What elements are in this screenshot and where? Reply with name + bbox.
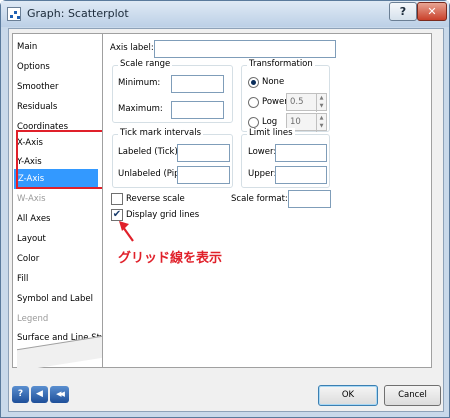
page-list: Main Options Smoother Residuals Coordina… bbox=[12, 33, 113, 368]
title-help-button[interactable]: ? bbox=[389, 2, 417, 21]
reverse-scale-label: Reverse scale bbox=[126, 194, 185, 204]
annotation-text: グリッド線を表示 bbox=[118, 251, 223, 266]
back-button[interactable]: ◀ bbox=[31, 386, 48, 403]
sidebar-item-label: Fill bbox=[17, 274, 29, 284]
sidebar-item-fill[interactable]: Fill bbox=[13, 269, 109, 289]
dialog-window: Graph: Scatterplot ? ✕ Main Options Smoo… bbox=[0, 0, 450, 418]
sidebar-item-label: All Axes bbox=[17, 214, 51, 224]
labeled-tick-label: Labeled (Tick): bbox=[118, 147, 181, 157]
power-value-field: 0.5 ▲ ▼ bbox=[286, 93, 327, 112]
sidebar-item-legend: Legend bbox=[13, 309, 109, 329]
radio-log[interactable] bbox=[248, 117, 259, 128]
sidebar-item-smoother[interactable]: Smoother bbox=[13, 77, 109, 97]
radio-power[interactable] bbox=[248, 97, 259, 108]
question-mark-icon: ? bbox=[399, 5, 407, 18]
sidebar-item-main[interactable]: Main bbox=[13, 37, 109, 57]
power-value: 0.5 bbox=[290, 97, 304, 107]
z-axis-settings-panel: Axis label: Scale range Minimum: Maximum… bbox=[102, 33, 432, 368]
dialog-client-area: Main Options Smoother Residuals Coordina… bbox=[8, 28, 444, 412]
title-close-button[interactable]: ✕ bbox=[417, 2, 447, 21]
radio-none[interactable] bbox=[248, 77, 259, 88]
sidebar-item-symbol-and-label[interactable]: Symbol and Label bbox=[13, 289, 109, 309]
sidebar-item-label: Color bbox=[17, 254, 40, 264]
scale-range-title: Scale range bbox=[118, 59, 173, 69]
help-button[interactable]: ? bbox=[12, 386, 29, 403]
minimum-input[interactable] bbox=[171, 75, 224, 93]
radio-none-label: None bbox=[262, 77, 285, 87]
title-bar[interactable]: Graph: Scatterplot ? ✕ bbox=[1, 1, 449, 27]
sidebar-item-label: Symbol and Label bbox=[17, 294, 93, 304]
maximum-label: Maximum: bbox=[118, 104, 163, 114]
sidebar-item-w-axis: W-Axis bbox=[13, 189, 109, 209]
radio-power-label: Power bbox=[262, 97, 288, 107]
sidebar-item-all-axes[interactable]: All Axes bbox=[13, 209, 109, 229]
ok-button[interactable]: OK bbox=[318, 385, 378, 406]
log-spinner: ▲ ▼ bbox=[316, 114, 326, 132]
scale-range-group: Scale range Minimum: Maximum: bbox=[112, 59, 233, 123]
axis-label-caption: Axis label: bbox=[110, 43, 154, 53]
sidebar-item-options[interactable]: Options bbox=[13, 57, 109, 77]
checkmark-icon: ✔ bbox=[112, 209, 122, 220]
tick-mark-intervals-group: Tick mark intervals Labeled (Tick): Unla… bbox=[112, 128, 233, 188]
axis-items-highlight-box bbox=[16, 130, 104, 189]
back-arrow-icon: ◀ bbox=[36, 389, 43, 399]
radio-log-label: Log bbox=[262, 117, 278, 127]
tick-mark-intervals-title: Tick mark intervals bbox=[118, 128, 204, 138]
sidebar-item-label: W-Axis bbox=[17, 194, 46, 204]
annotation-arrow-icon bbox=[119, 221, 134, 242]
maximum-input[interactable] bbox=[171, 101, 224, 119]
display-grid-lines-label: Display grid lines bbox=[126, 210, 200, 220]
cancel-button[interactable]: Cancel bbox=[384, 385, 441, 406]
unlabeled-pip-input[interactable] bbox=[177, 166, 230, 184]
sidebar-item-label: Layout bbox=[17, 234, 46, 244]
labeled-tick-input[interactable] bbox=[177, 144, 230, 162]
sidebar-item-label: Smoother bbox=[17, 82, 59, 92]
transformation-title: Transformation bbox=[247, 59, 315, 69]
sidebar-item-label: Options bbox=[17, 62, 50, 72]
display-grid-lines-checkbox[interactable]: ✔ bbox=[111, 209, 123, 221]
lower-label: Lower: bbox=[248, 147, 277, 157]
limit-lines-title: Limit lines bbox=[247, 128, 295, 138]
transformation-group: Transformation None Power 0.5 ▲ ▼ Log 10 … bbox=[241, 59, 330, 132]
cancel-button-label: Cancel bbox=[398, 390, 427, 400]
power-spinner: ▲ ▼ bbox=[316, 94, 326, 112]
sidebar-item-label: Residuals bbox=[17, 102, 58, 112]
unlabeled-pip-label: Unlabeled (Pip): bbox=[118, 169, 186, 179]
window-title: Graph: Scatterplot bbox=[27, 7, 129, 20]
minimum-label: Minimum: bbox=[118, 78, 161, 88]
axis-label-input[interactable] bbox=[154, 40, 336, 58]
help-icon: ? bbox=[17, 389, 24, 399]
ok-button-label: OK bbox=[341, 390, 355, 400]
reverse-scale-checkbox[interactable] bbox=[111, 193, 123, 205]
first-page-button[interactable]: ◀◀ bbox=[50, 386, 69, 403]
close-icon: ✕ bbox=[427, 5, 437, 18]
double-back-arrow-icon: ◀◀ bbox=[56, 390, 65, 398]
sidebar-item-layout[interactable]: Layout bbox=[13, 229, 109, 249]
scale-format-label: Scale format: bbox=[231, 194, 288, 204]
lower-limit-input[interactable] bbox=[275, 144, 327, 162]
upper-limit-input[interactable] bbox=[275, 166, 327, 184]
scatterplot-app-icon bbox=[7, 7, 21, 21]
sidebar-item-residuals[interactable]: Residuals bbox=[13, 97, 109, 117]
upper-label: Upper: bbox=[248, 169, 277, 179]
limit-lines-group: Limit lines Lower: Upper: bbox=[241, 128, 330, 188]
scale-format-input[interactable] bbox=[288, 190, 331, 208]
sidebar-item-label: Main bbox=[17, 42, 38, 52]
log-value: 10 bbox=[290, 117, 301, 127]
sidebar-item-color[interactable]: Color bbox=[13, 249, 109, 269]
sidebar-item-label: Legend bbox=[17, 314, 49, 324]
